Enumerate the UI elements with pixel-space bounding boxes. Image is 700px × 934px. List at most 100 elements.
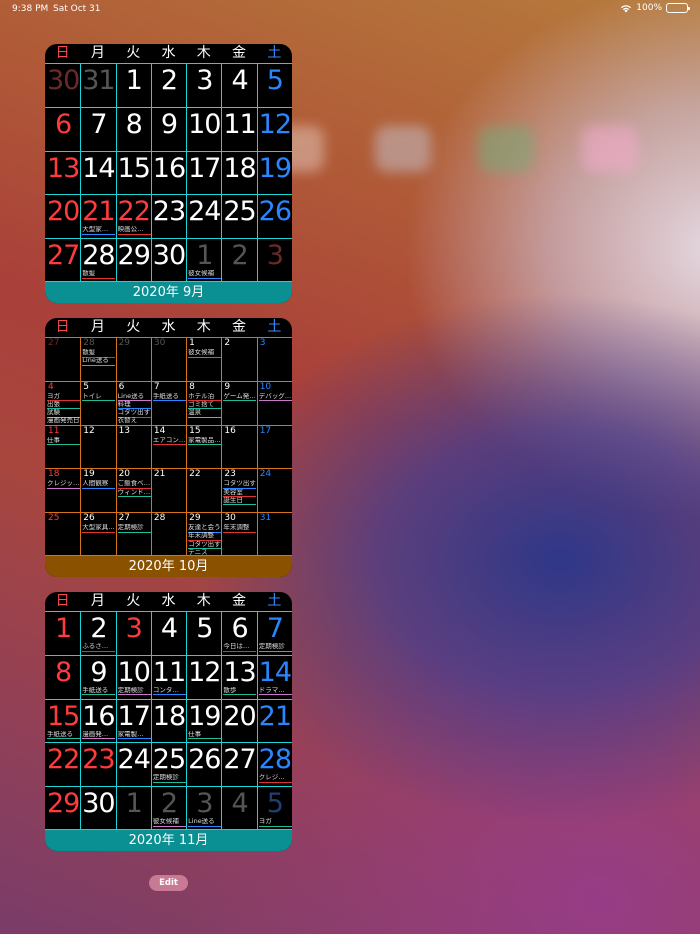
day-cell[interactable]: 29 (117, 239, 151, 282)
day-cell[interactable]: 23 (152, 195, 186, 238)
day-cell[interactable]: 22 映画公… (117, 195, 151, 238)
day-cell[interactable]: 6 Line送る 料理 コタツ出す 衣替え (117, 382, 151, 425)
day-cell[interactable]: 13 (117, 426, 151, 469)
day-cell[interactable]: 12 (187, 656, 221, 699)
day-cell[interactable]: 17 (258, 426, 292, 469)
day-cell[interactable]: 11 (222, 108, 256, 151)
day-cell[interactable]: 5 (258, 64, 292, 107)
day-cell[interactable]: 31 (81, 64, 115, 107)
day-cell[interactable]: 7 (81, 108, 115, 151)
calendar-widget-september[interactable]: 日月火水木金土 30 31 1 2 3 4 5 6 7 8 9 10 11 12 13 14 15 16 17 18 19… (45, 44, 292, 303)
day-cell[interactable]: 14 エアコン… (152, 426, 186, 469)
day-cell[interactable]: 27 (222, 743, 256, 786)
day-cell[interactable]: 13 散歩 (222, 656, 257, 699)
day-cell[interactable]: 21 (152, 469, 186, 512)
day-cell[interactable]: 20 (222, 700, 256, 743)
day-cell[interactable]: 8 (46, 656, 80, 699)
day-cell[interactable]: 5 (187, 612, 221, 655)
day-cell[interactable]: 21 (258, 700, 292, 743)
day-cell[interactable]: 7 手紙送る (152, 382, 186, 425)
day-cell[interactable]: 5 トイレ (81, 382, 116, 425)
day-cell[interactable]: 10 デバッグ… (258, 382, 292, 425)
day-cell[interactable]: 26 (258, 195, 292, 238)
day-cell[interactable]: 16 (152, 152, 186, 195)
day-cell[interactable]: 9 (152, 108, 186, 151)
day-cell[interactable]: 18 クレジッ… (46, 469, 80, 512)
day-cell[interactable]: 26 大型家具… (81, 513, 116, 556)
day-cell[interactable]: 27 (46, 239, 80, 282)
day-cell[interactable]: 2 (222, 338, 256, 381)
day-cell[interactable]: 3 (117, 612, 151, 655)
day-cell[interactable]: 11 仕事 (46, 426, 80, 469)
day-cell[interactable]: 6 今日は… (222, 612, 257, 655)
day-cell[interactable]: 7 定期検診 (258, 612, 292, 655)
day-cell[interactable]: 3 (258, 239, 292, 282)
day-cell[interactable]: 2 (152, 64, 186, 107)
day-cell[interactable]: 10 定期検診 (117, 656, 151, 699)
day-cell[interactable]: 1 (117, 64, 151, 107)
day-cell[interactable]: 19 仕事 (187, 700, 221, 743)
day-cell[interactable]: 29 (46, 787, 80, 830)
day-cell[interactable]: 18 (152, 700, 186, 743)
day-cell[interactable]: 3 Line送る (187, 787, 222, 830)
day-cell[interactable]: 4 (152, 612, 186, 655)
day-cell[interactable]: 16 漫画発… (81, 700, 116, 743)
day-cell[interactable]: 15 家電製品… (187, 426, 222, 469)
day-cell[interactable]: 28 散髪 (81, 239, 116, 282)
day-cell[interactable]: 1 彼女候補 (187, 338, 222, 381)
day-cell[interactable]: 30 年末調整 (222, 513, 257, 556)
day-cell[interactable]: 23 コタツ出す 美容室 誕生日 (222, 469, 257, 512)
day-cell[interactable]: 3 (258, 338, 292, 381)
day-cell[interactable]: 15 (117, 152, 151, 195)
day-cell[interactable]: 19 人間観察 (81, 469, 116, 512)
calendar-widget-october[interactable]: 日月火水木金土 27 28 散髪 Line送る 29 30 1 彼女候補 2 3 4 ヨガ 出張 試験 漫画発… (45, 318, 292, 577)
day-cell[interactable]: 18 (222, 152, 256, 195)
day-cell[interactable]: 25 定期検診 (152, 743, 186, 786)
day-cell[interactable]: 29 (117, 338, 151, 381)
day-cell[interactable]: 12 (81, 426, 115, 469)
day-cell[interactable]: 30 (152, 338, 186, 381)
day-cell[interactable]: 30 (81, 787, 115, 830)
day-cell[interactable]: 30 (46, 64, 80, 107)
day-cell[interactable]: 12 (258, 108, 292, 151)
day-cell[interactable]: 25 (46, 513, 80, 556)
day-cell[interactable]: 2 彼女候補 (152, 787, 186, 830)
day-cell[interactable]: 17 (187, 152, 221, 195)
day-cell[interactable]: 11 コンタ… (152, 656, 186, 699)
day-cell[interactable]: 13 (46, 152, 80, 195)
day-cell[interactable]: 24 (258, 469, 292, 512)
day-cell[interactable]: 28 クレジ… (258, 743, 292, 786)
day-cell[interactable]: 10 (187, 108, 221, 151)
day-cell[interactable]: 14 ドラマ… (258, 656, 292, 699)
day-cell[interactable]: 31 (258, 513, 292, 556)
calendar-widget-november[interactable]: 日月火水木金土 1 2 ふるさ… 3 4 5 6 今日は… 7 定期検診 8 9 手紙送る 10 定期検診 11… (45, 592, 292, 851)
day-cell[interactable]: 21 大型家… (81, 195, 116, 238)
day-cell[interactable]: 8 ホテル泊 ゴミ捨て 温泉 (187, 382, 222, 425)
day-cell[interactable]: 1 彼女候補 (187, 239, 222, 282)
day-cell[interactable]: 14 (81, 152, 115, 195)
day-cell[interactable]: 2 (222, 239, 256, 282)
day-cell[interactable]: 9 ゲーム発… (222, 382, 257, 425)
day-cell[interactable]: 27 定期検診 (117, 513, 151, 556)
day-cell[interactable]: 27 (46, 338, 80, 381)
day-cell[interactable]: 24 (187, 195, 221, 238)
day-cell[interactable]: 3 (187, 64, 221, 107)
day-cell[interactable]: 1 (46, 612, 80, 655)
day-cell[interactable]: 4 (222, 64, 256, 107)
day-cell[interactable]: 16 (222, 426, 256, 469)
day-cell[interactable]: 22 (46, 743, 80, 786)
day-cell[interactable]: 15 手紙送る (46, 700, 80, 743)
day-cell[interactable]: 26 (187, 743, 221, 786)
day-cell[interactable]: 25 (222, 195, 256, 238)
day-cell[interactable]: 20 (46, 195, 80, 238)
day-cell[interactable]: 4 (222, 787, 256, 830)
day-cell[interactable]: 9 手紙送る (81, 656, 116, 699)
day-cell[interactable]: 8 (117, 108, 151, 151)
day-cell[interactable]: 6 (46, 108, 80, 151)
day-cell[interactable]: 17 家電製… (117, 700, 151, 743)
day-cell[interactable]: 22 (187, 469, 221, 512)
day-cell[interactable]: 4 ヨガ 出張 試験 漫画発売日 (46, 382, 80, 425)
day-cell[interactable]: 19 (258, 152, 292, 195)
edit-button[interactable]: Edit (149, 875, 188, 891)
day-cell[interactable]: 30 (152, 239, 186, 282)
